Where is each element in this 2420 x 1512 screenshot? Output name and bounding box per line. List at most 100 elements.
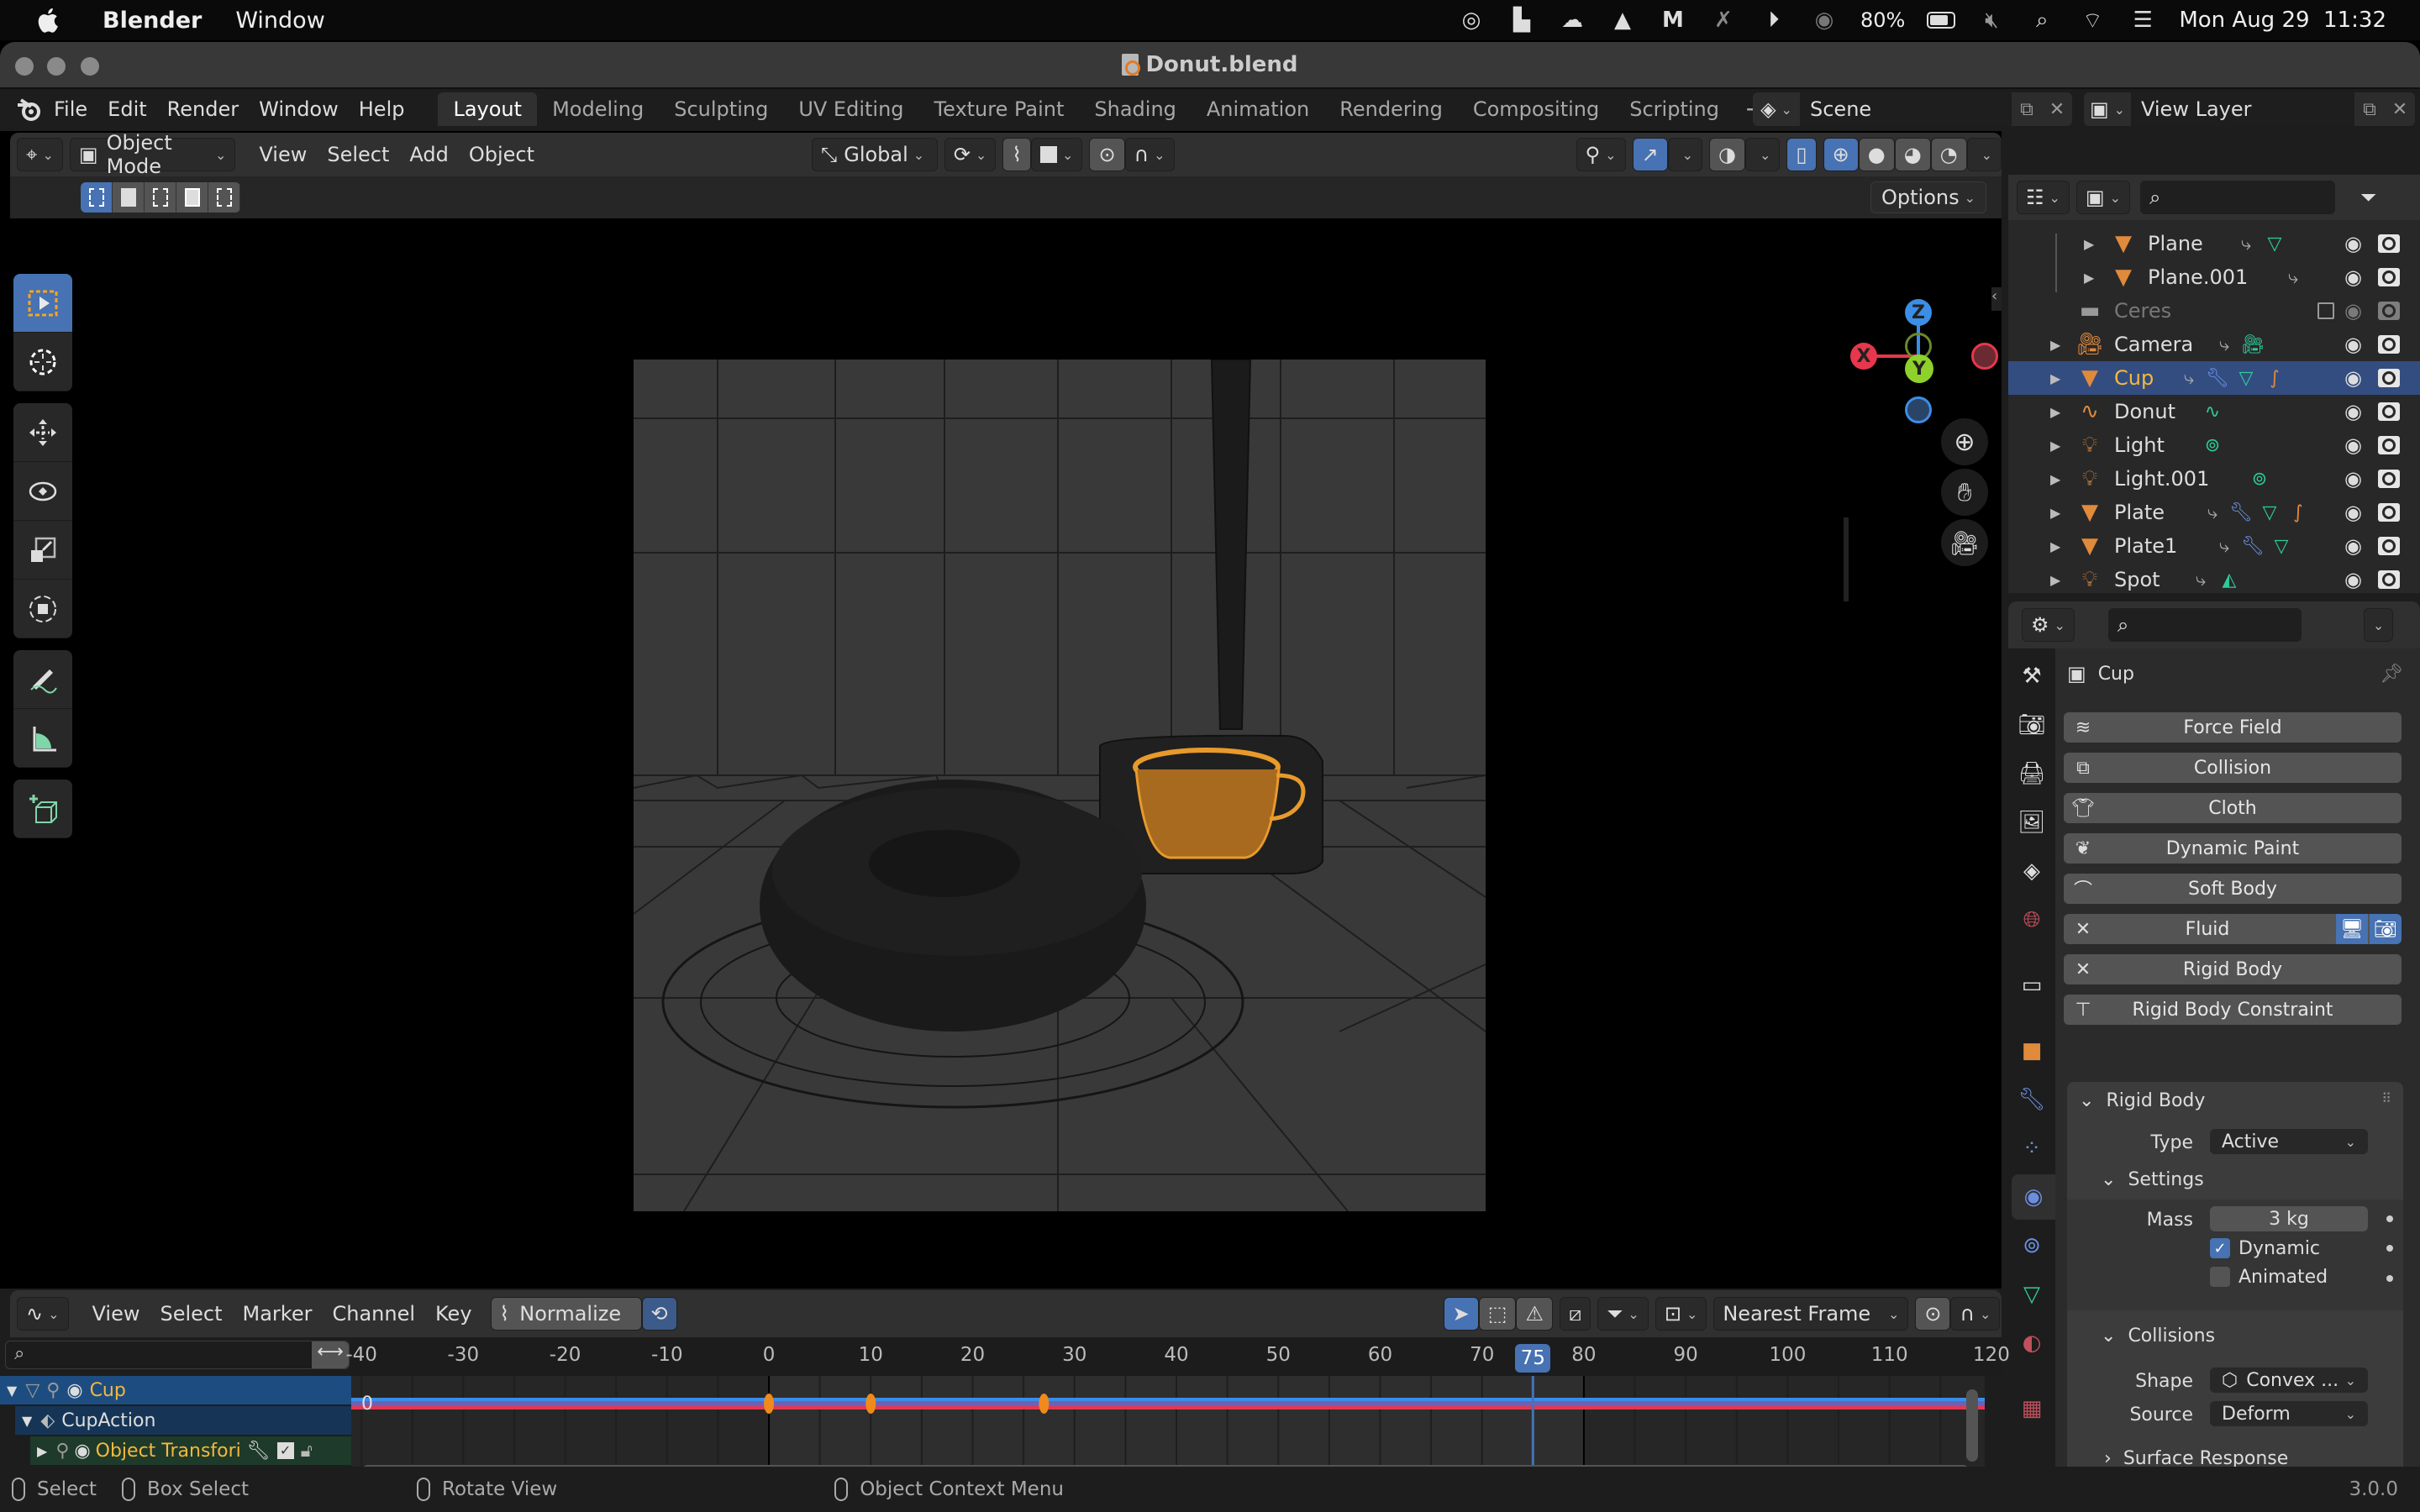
- render-camera-icon[interactable]: [2378, 234, 2400, 253]
- outliner-item-name[interactable]: Plate1: [2114, 534, 2177, 558]
- editor-type-button[interactable]: ⌖ ⌄: [17, 138, 63, 171]
- properties-tab-material[interactable]: ◐: [2008, 1320, 2055, 1366]
- mesh-data-icon[interactable]: ▽: [2255, 498, 2284, 527]
- auto-normalize-toggle[interactable]: ⟲: [641, 1297, 677, 1331]
- mesh-data-icon[interactable]: ▽: [2232, 364, 2260, 392]
- scene-name-field[interactable]: Scene: [1800, 92, 2012, 126]
- render-camera-icon[interactable]: [2378, 268, 2400, 286]
- properties-tab-view-layer[interactable]: 🖼︎: [2008, 800, 2055, 845]
- pin-icon[interactable]: ⚲: [55, 1441, 69, 1462]
- cursor-tool[interactable]: [13, 333, 72, 391]
- eye-icon[interactable]: ◉: [2344, 501, 2362, 524]
- pivot-point-dropdown[interactable]: ⟳ ⌄: [944, 138, 997, 171]
- proportional-edit-dopesheet[interactable]: ⊙: [1915, 1297, 1951, 1331]
- gizmo-axis-neg-z[interactable]: [1905, 396, 1932, 423]
- eye-icon[interactable]: ◉: [2344, 265, 2362, 289]
- tab-rendering[interactable]: Rendering: [1324, 92, 1458, 126]
- mesh-icon[interactable]: ▼: [2109, 229, 2138, 258]
- physics-collision-button[interactable]: ⧉ Collision: [2064, 753, 2402, 783]
- mass-field[interactable]: 3 kg: [2210, 1206, 2368, 1231]
- eye-icon[interactable]: ◉: [2344, 232, 2362, 255]
- zoom-view-button[interactable]: ⊕: [1941, 418, 1988, 465]
- outliner-editor-type[interactable]: ☷ ⌄: [2017, 181, 2070, 214]
- new-view-layer-button[interactable]: ⧉: [2354, 92, 2385, 126]
- expand-icon[interactable]: ▶: [2050, 337, 2060, 353]
- eye-icon[interactable]: ◉: [2344, 299, 2362, 323]
- light-icon[interactable]: 💡︎: [2075, 465, 2104, 493]
- render-camera-icon[interactable]: [2378, 369, 2400, 387]
- properties-tab-constraints[interactable]: ⊚: [2008, 1223, 2055, 1268]
- expand-icon[interactable]: ▶: [2084, 236, 2094, 252]
- physics-dynamic-paint-button[interactable]: ❦ Dynamic Paint: [2064, 833, 2402, 864]
- physics-fluid-button[interactable]: ✕ Fluid 🖥︎ 📷︎: [2064, 914, 2402, 944]
- light-data-icon[interactable]: ⊚: [2245, 465, 2274, 493]
- physics-rigid-body-button[interactable]: ✕ Rigid Body: [2064, 954, 2402, 984]
- modifier-arrow-icon[interactable]: ⤷: [2175, 364, 2203, 392]
- tab-modeling[interactable]: Modeling: [537, 92, 659, 126]
- eye-icon[interactable]: ◉: [2344, 333, 2362, 356]
- light-data-icon[interactable]: ⊚: [2198, 431, 2227, 459]
- outliner-item-name[interactable]: Plane.001: [2148, 265, 2248, 289]
- shading-dropdown[interactable]: ⌄: [1966, 138, 2002, 171]
- expand-icon[interactable]: ▶: [2050, 404, 2060, 420]
- shape-dropdown[interactable]: ⬡ Convex ... ⌄: [2210, 1368, 2368, 1393]
- eye-icon[interactable]: ◉: [2344, 534, 2362, 558]
- mesh-data-icon[interactable]: ▽: [2260, 229, 2289, 258]
- viewport-menu-view[interactable]: View: [249, 143, 317, 166]
- snap-mode-dropdown[interactable]: Nearest Frame ⌄: [1713, 1297, 1909, 1331]
- expand-icon[interactable]: ▶: [2050, 505, 2060, 521]
- outliner-item-name[interactable]: Plane: [2148, 232, 2203, 255]
- physics-cloth-button[interactable]: 👕︎ Cloth: [2064, 793, 2402, 823]
- dopesheet-menu-select[interactable]: Select: [150, 1302, 232, 1326]
- sidebar-toggle[interactable]: ‹: [1991, 287, 2002, 311]
- expand-icon[interactable]: ▶: [2050, 471, 2060, 487]
- eye-icon[interactable]: ◉: [66, 1380, 82, 1401]
- zoom-window-button[interactable]: [81, 57, 99, 76]
- viewport-menu-select[interactable]: Select: [317, 143, 399, 166]
- app-menu-blender[interactable]: Blender: [103, 8, 202, 34]
- outliner-row-plate1[interactable]: ▶ ▼ Plate1 ⤷ 🔧︎ ▽ ◉: [2008, 529, 2420, 563]
- collisions-subpanel-header[interactable]: ⌄ Collisions: [2101, 1319, 2215, 1352]
- clock[interactable]: Mon Aug 29 11:32: [2179, 8, 2386, 33]
- tab-animation[interactable]: Animation: [1192, 92, 1324, 126]
- outliner-item-name[interactable]: Spot: [2114, 568, 2160, 591]
- tab-layout[interactable]: Layout: [438, 92, 538, 126]
- select-invert-button[interactable]: [176, 182, 208, 213]
- rigid-body-panel-header[interactable]: ⌄ Rigid Body: [2079, 1090, 2205, 1111]
- display-mode-dropdown[interactable]: ▣ ⌄: [2075, 181, 2131, 214]
- malwarebytes-icon[interactable]: M: [1659, 8, 1687, 33]
- snap-toggle[interactable]: ⌇: [1002, 138, 1032, 171]
- transform-tool[interactable]: [13, 580, 72, 638]
- tab-sculpting[interactable]: Sculpting: [659, 92, 783, 126]
- 3d-viewport[interactable]: ⌖ ⌄ ▣ Object Mode ⌄ View Select Add Object …: [0, 131, 2002, 1289]
- measure-tool[interactable]: [13, 709, 72, 768]
- minimize-window-button[interactable]: [47, 57, 66, 76]
- curve-data-icon[interactable]: ∿: [2198, 397, 2227, 426]
- channel-cupaction[interactable]: ▼ ⬖ CupAction: [15, 1406, 351, 1435]
- expand-icon[interactable]: ▶: [2050, 438, 2060, 454]
- collapse-icon[interactable]: ▼: [22, 1413, 32, 1429]
- creative-cloud-icon[interactable]: ◎: [1457, 8, 1486, 33]
- outliner-row-spot[interactable]: ▶ 💡︎ Spot ⤷ ◭ ◉: [2008, 563, 2420, 596]
- tab-scripting[interactable]: Scripting: [1614, 92, 1734, 126]
- expand-icon[interactable]: ▶: [2050, 572, 2060, 588]
- menu-window[interactable]: Window: [249, 97, 349, 121]
- wrench-icon[interactable]: 🔧︎: [2238, 532, 2267, 560]
- gizmo-toggle[interactable]: ↗: [1632, 138, 1668, 171]
- render-camera-icon[interactable]: [2378, 470, 2400, 488]
- pivot-dropdown[interactable]: ⊡ ⌄: [1655, 1297, 1707, 1331]
- rotate-tool[interactable]: [13, 462, 72, 521]
- pin-icon[interactable]: ⚲: [46, 1380, 60, 1401]
- eye-icon[interactable]: ◉: [2344, 467, 2362, 491]
- lock-icon[interactable]: 🔓︎: [301, 1441, 313, 1462]
- outliner-item-name[interactable]: Donut: [2114, 400, 2175, 423]
- curve-icon[interactable]: ∫: [2260, 364, 2289, 392]
- battery-icon[interactable]: [1927, 8, 1956, 33]
- keyframe-animated-dot[interactable]: [2386, 1275, 2393, 1282]
- channel-object-transforms[interactable]: ▶ ⚲ ◉ Object Transfori 🔧︎ ✓ 🔓︎: [30, 1436, 351, 1465]
- select-new-button[interactable]: [81, 182, 113, 213]
- proportional-falloff-dropdown[interactable]: ∩ ⌄: [1124, 138, 1175, 171]
- viewport-display-icon[interactable]: 🖥︎: [2336, 914, 2368, 944]
- viewport-menu-object[interactable]: Object: [459, 143, 544, 166]
- render-camera-icon[interactable]: [2378, 570, 2400, 589]
